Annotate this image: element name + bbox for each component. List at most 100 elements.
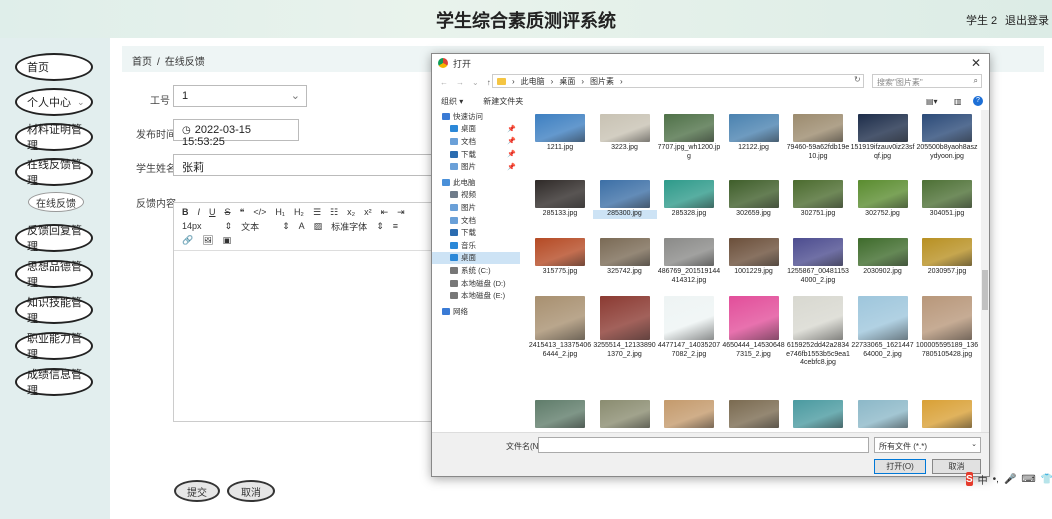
sidebar-item-reply[interactable]: 反馈回复管理	[15, 224, 93, 253]
file-item[interactable]: 100005595189_1367805105428.jpg	[915, 296, 979, 359]
path-segment[interactable]: 桌面	[559, 76, 575, 87]
align-icon[interactable]: ≡	[393, 221, 398, 231]
file-item[interactable]: 304051.jpg	[915, 180, 979, 219]
ordered-list-icon[interactable]: ☰	[313, 207, 321, 218]
file-item[interactable]: 486769_201519144414312.jpg	[657, 238, 721, 285]
time-picker[interactable]: ◷ 2022-03-15 15:53:25	[173, 119, 299, 148]
sidebar-item-grades[interactable]: 成绩信息管理	[15, 368, 93, 397]
breadcrumb-home[interactable]: 首页	[132, 57, 152, 68]
tree-item[interactable]: 文档 📌	[432, 135, 520, 148]
tree-item[interactable]: 图片	[432, 201, 520, 214]
forward-arrow-icon[interactable]: →	[456, 78, 464, 87]
file-item[interactable]: 3255514_121338901370_2.jpg	[593, 296, 657, 359]
background-color-icon[interactable]: ▨	[314, 221, 323, 232]
font-color-icon[interactable]: A	[299, 221, 305, 231]
organize-menu[interactable]: 组织 ▾	[441, 96, 463, 107]
sidebar-item-morality[interactable]: 思想品德管理	[15, 260, 93, 289]
close-icon[interactable]: ✕	[971, 56, 981, 70]
tree-item[interactable]: 下载 📌	[432, 148, 520, 161]
sidebar-item-home[interactable]: 首页	[15, 53, 93, 81]
current-user[interactable]: 学生 2	[966, 12, 997, 28]
tree-item[interactable]: 此电脑	[432, 176, 520, 189]
file-item[interactable]: 205500b8yaoh8aszydyoon.jpg	[915, 114, 979, 161]
bold-icon[interactable]: B	[182, 207, 189, 217]
tree-item[interactable]: 图片 📌	[432, 160, 520, 173]
file-item[interactable]: 285328.jpg	[657, 180, 721, 219]
open-button[interactable]: 打开(O)	[874, 459, 926, 474]
superscript-icon[interactable]: x²	[364, 207, 372, 217]
tree-item[interactable]: 视频	[432, 189, 520, 202]
file-item[interactable]: 12122.jpg	[722, 114, 786, 153]
tree-item[interactable]: 系统 (C:)	[432, 264, 520, 277]
filetype-select[interactable]: 所有文件 (*.*) ⌄	[874, 437, 981, 453]
dialog-search-input[interactable]: 搜索"图片素" ⌕	[872, 74, 982, 88]
tree-item[interactable]: 桌面 📌	[432, 123, 520, 136]
file-item[interactable]	[851, 400, 915, 430]
ime-language[interactable]: 中	[978, 472, 988, 487]
outdent-icon[interactable]: ⇤	[381, 207, 389, 218]
link-icon[interactable]: 🔗	[182, 235, 193, 246]
sidebar-item-knowledge[interactable]: 知识技能管理	[15, 296, 93, 325]
file-item[interactable]	[593, 400, 657, 430]
microphone-icon[interactable]: 🎤	[1004, 474, 1016, 485]
rich-text-editor[interactable]: B I U S ❝ </> H₁ H₂ ☰ ☷ x₂ x² ⇤ ⇥ 14px ⇕…	[173, 202, 433, 422]
file-item[interactable]: 2415413_133754066444_2.jpg	[528, 296, 592, 359]
file-item[interactable]: 302752.jpg	[851, 180, 915, 219]
skin-icon[interactable]: 👕	[1041, 474, 1052, 485]
tree-item[interactable]: 桌面	[432, 251, 520, 265]
up-arrow-icon[interactable]: ↑	[487, 78, 491, 87]
file-item[interactable]: 1211.jpg	[528, 114, 592, 153]
font-family-select[interactable]: 标准字体	[331, 220, 367, 233]
tree-item[interactable]: 网络	[432, 305, 520, 318]
student-name-field[interactable]: 张莉	[173, 154, 433, 176]
sidebar-item-feedback[interactable]: 在线反馈管理	[15, 158, 93, 187]
file-item[interactable]: 7707.jpg_wh1200.jpg	[657, 114, 721, 161]
preview-pane-icon[interactable]: ▥	[954, 97, 962, 106]
heading1-icon[interactable]: H₁	[275, 207, 285, 217]
text-type-select[interactable]: 文本	[241, 220, 259, 233]
file-item[interactable]: 6159252dd42a2834e746fb1553b5c9ea14cebfc8…	[786, 296, 850, 368]
file-item[interactable]: 2030957.jpg	[915, 238, 979, 277]
file-item[interactable]	[722, 400, 786, 430]
file-item[interactable]: 1001229.jpg	[722, 238, 786, 277]
file-item[interactable]: 151919ifzauv0iz23sfqf.jpg	[851, 114, 915, 161]
tree-item[interactable]: 本地磁盘 (E:)	[432, 289, 520, 302]
file-item[interactable]: 285300.jpg	[592, 180, 657, 219]
tree-item[interactable]: 本地磁盘 (D:)	[432, 277, 520, 290]
file-item[interactable]: 79460-59a62fdb19e10.jpg	[786, 114, 850, 161]
file-item[interactable]: 2030902.jpg	[851, 238, 915, 277]
keyboard-icon[interactable]: ⌨	[1021, 474, 1035, 485]
font-size-select[interactable]: 14px	[182, 221, 202, 231]
file-item[interactable]: 1255867_004811534000_2.jpg	[786, 238, 850, 285]
view-options-icon[interactable]: ▤▾	[926, 97, 938, 106]
tree-item[interactable]: 文档	[432, 214, 520, 227]
logout-link[interactable]: 退出登录	[1005, 12, 1049, 28]
file-item[interactable]: 3223.jpg	[593, 114, 657, 153]
job-no-select[interactable]: 1 ⌄	[173, 85, 307, 107]
vertical-scrollbar[interactable]	[981, 110, 989, 432]
cancel-button[interactable]: 取消	[227, 480, 275, 502]
punctuation-icon[interactable]: •,	[993, 474, 999, 485]
help-icon[interactable]: ?	[973, 96, 983, 106]
scrollbar-thumb[interactable]	[982, 270, 988, 310]
file-item[interactable]	[528, 400, 592, 430]
sidebar-item-career[interactable]: 职业能力管理	[15, 332, 93, 361]
file-item[interactable]: 285133.jpg	[528, 180, 592, 219]
italic-icon[interactable]: I	[198, 207, 201, 217]
file-item[interactable]: 302751.jpg	[786, 180, 850, 219]
heading2-icon[interactable]: H₂	[294, 207, 304, 217]
file-item[interactable]: 22733065_162144764000_2.jpg	[851, 296, 915, 359]
underline-icon[interactable]: U	[209, 207, 216, 217]
strike-icon[interactable]: S	[225, 207, 231, 217]
sidebar-item-materials[interactable]: 材料证明管理	[15, 123, 93, 152]
code-icon[interactable]: </>	[253, 207, 266, 217]
sidebar-item-personal-center[interactable]: 个人中心 ⌄	[15, 88, 93, 116]
file-item[interactable]: 4477147_140352077082_2.jpg	[657, 296, 721, 359]
filename-input[interactable]	[538, 437, 869, 453]
submit-button[interactable]: 提交	[174, 480, 220, 502]
address-bar[interactable]: › 此电脑 › 桌面 › 图片素 ›	[492, 74, 864, 88]
quote-icon[interactable]: ❝	[240, 207, 245, 218]
path-segment[interactable]: 图片素	[590, 76, 614, 87]
back-arrow-icon[interactable]: ←	[440, 78, 448, 87]
refresh-icon[interactable]: ↻	[854, 75, 861, 84]
